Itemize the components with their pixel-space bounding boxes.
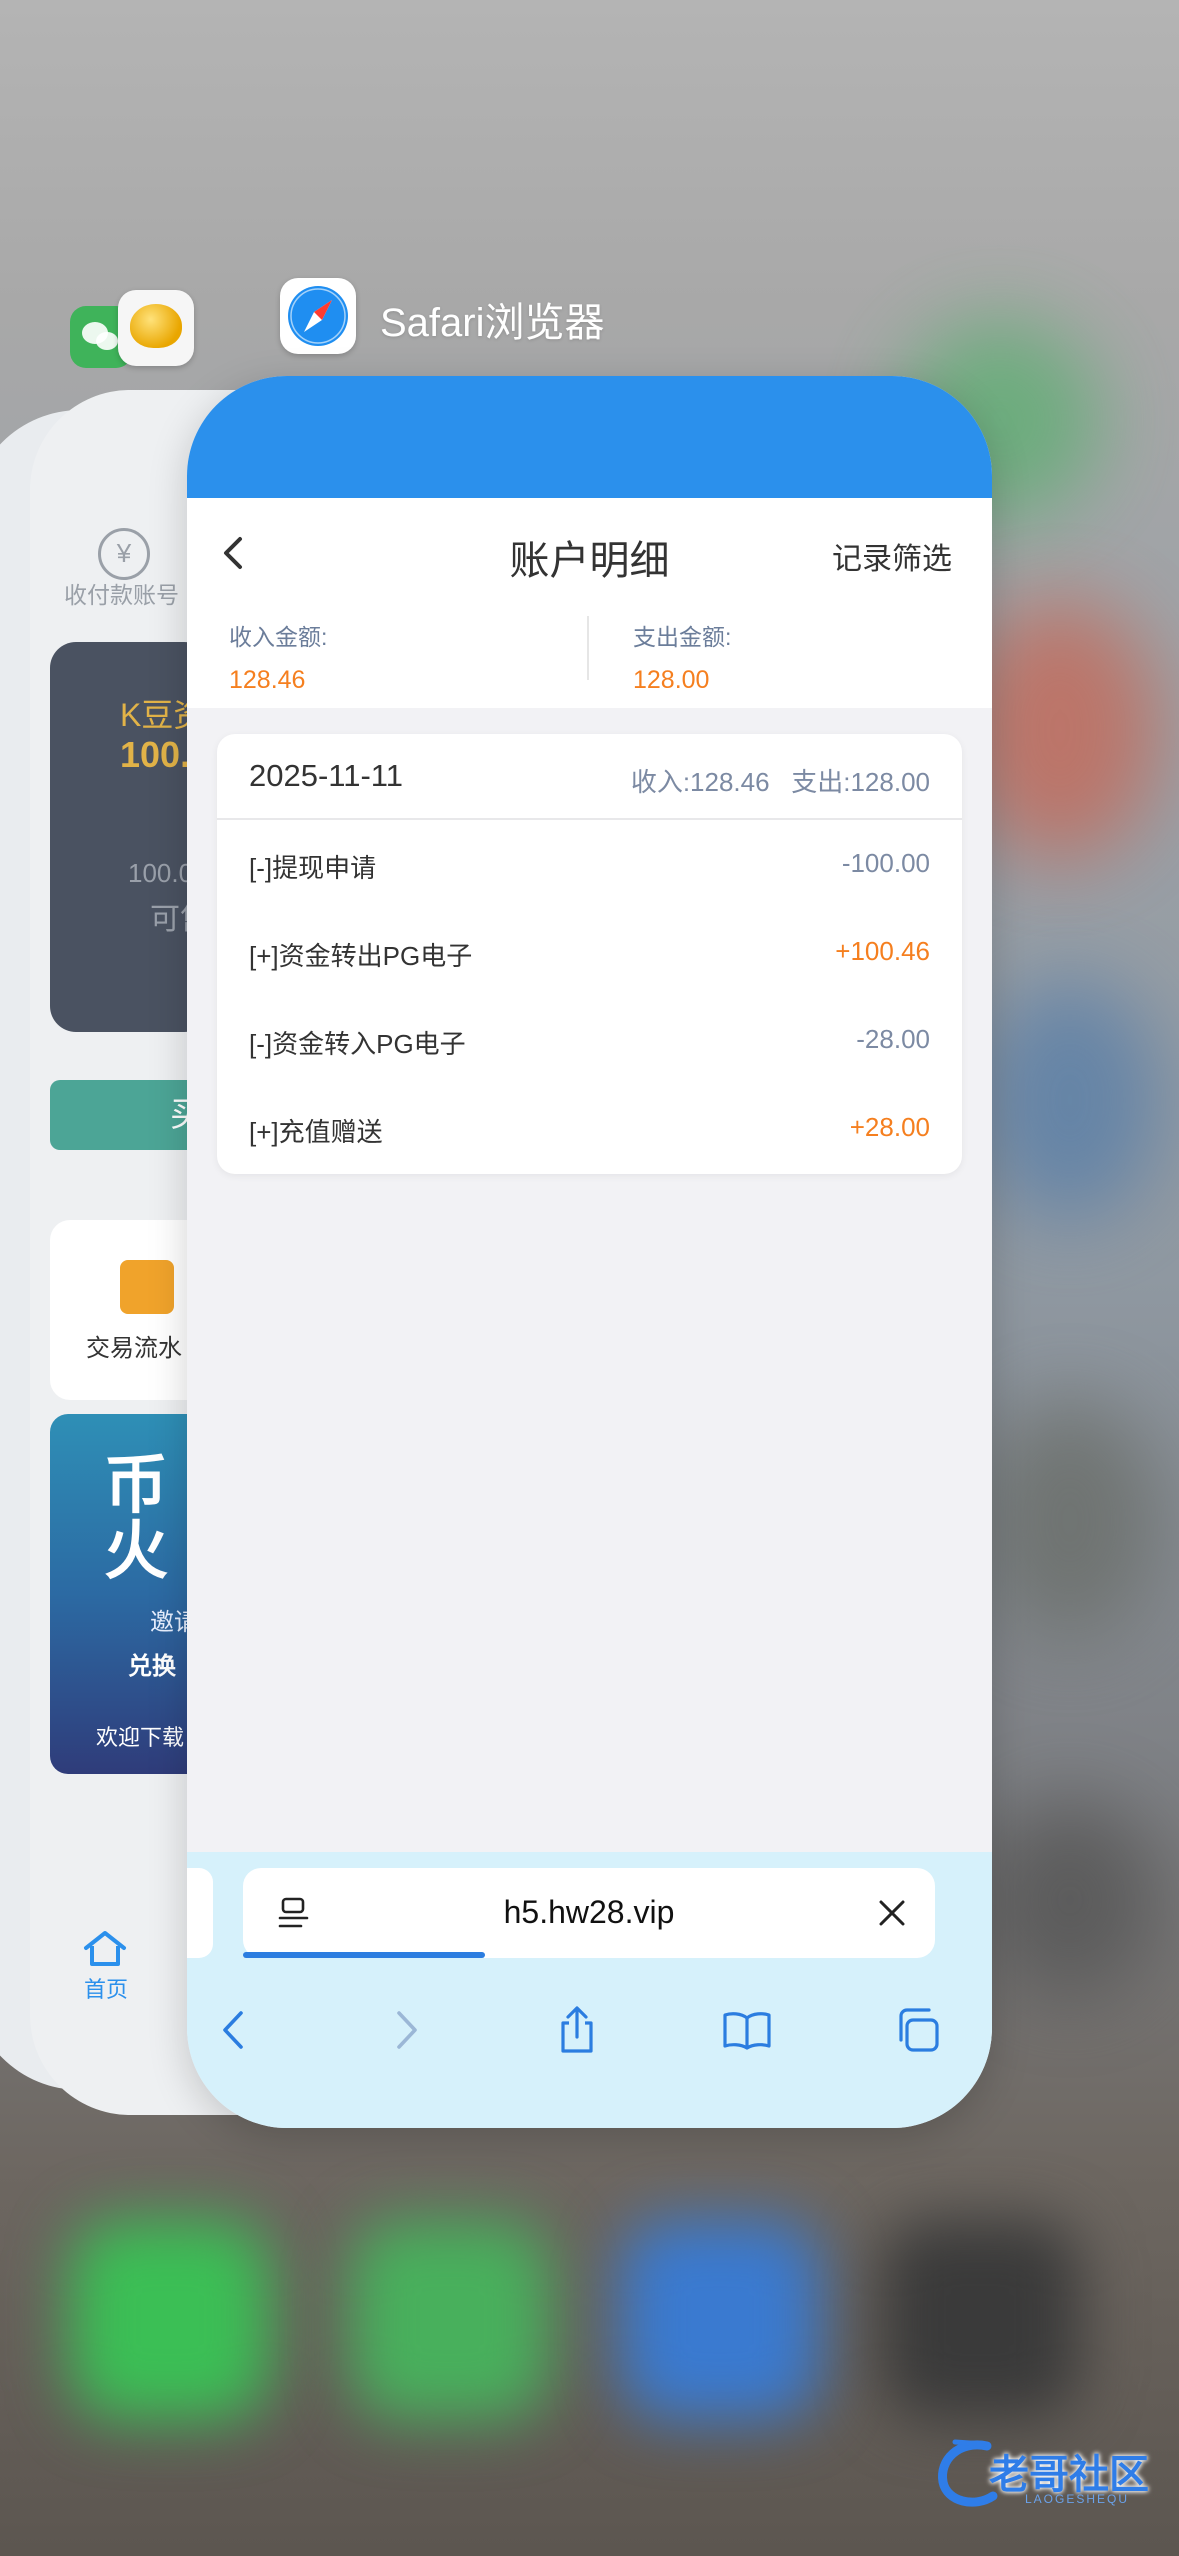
record-name: [-]提现申请 bbox=[249, 853, 377, 883]
bg-blob bbox=[980, 1400, 1160, 1640]
expense-summary: 支出金额: 128.00 bbox=[633, 618, 731, 695]
record-name: [-]资金转入PG电子 bbox=[249, 1029, 466, 1059]
list-item[interactable]: [+]充值赠送 +28.00 bbox=[217, 1086, 962, 1174]
day-header: 2025-11-11 收入:128.46 支出:128.00 bbox=[217, 734, 962, 820]
record-amount: +28.00 bbox=[849, 1112, 930, 1142]
promo-banner[interactable]: 币 火 邀请 兑换 欢迎下载 bbox=[50, 1414, 210, 1774]
bg-blob bbox=[980, 1800, 1160, 2000]
status-bar-area bbox=[187, 376, 992, 498]
income-value: 128.46 bbox=[229, 666, 306, 694]
trade-flow-label: 交易流水 bbox=[86, 1335, 182, 1362]
previous-tab-field[interactable] bbox=[187, 1868, 213, 1958]
amount-summary: 收入金额: 128.46 支出金额: 128.00 bbox=[187, 608, 992, 708]
trade-flow-tile[interactable]: 交易流水 bbox=[50, 1220, 210, 1400]
safari-compass-icon bbox=[280, 278, 356, 354]
url-text: h5.hw28.vip bbox=[503, 1894, 675, 1930]
collect-account-label: 收付款账号 bbox=[64, 582, 179, 608]
collect-account-icon: ¥ bbox=[98, 528, 150, 580]
watermark-subtext: LAOGESHEQU bbox=[1025, 2492, 1130, 2506]
day-date: 2025-11-11 bbox=[249, 758, 403, 793]
safari-app-card[interactable]: 账户明细 记录筛选 收入金额: 128.46 支出金额: 128.00 2025… bbox=[187, 376, 992, 2128]
trade-flow-icon bbox=[120, 1260, 174, 1314]
day-detail-card: 2025-11-11 收入:128.46 支出:128.00 [-]提现申请 -… bbox=[217, 734, 962, 1174]
dock-blur-app4 bbox=[880, 2220, 1080, 2420]
dock-blur-safari bbox=[620, 2220, 820, 2420]
bg-blob bbox=[980, 980, 1160, 1220]
dock-blur-app2 bbox=[350, 2220, 550, 2420]
home-icon[interactable] bbox=[82, 1930, 128, 1968]
income-label: 收入金额: bbox=[229, 624, 328, 650]
banner-tag-exchange: 兑换 bbox=[128, 1653, 176, 1680]
k-balance-card: K豆资 100.00 100.00 可售 bbox=[50, 642, 215, 1032]
load-progress-bar bbox=[243, 1952, 486, 1958]
summary-divider bbox=[587, 616, 589, 680]
chevron-right-icon bbox=[397, 2011, 417, 2049]
expense-value: 128.00 bbox=[633, 666, 710, 694]
banner-footer: 欢迎下载 bbox=[96, 1725, 185, 1750]
address-bar[interactable]: h5.hw28.vip bbox=[243, 1868, 935, 1958]
banner-char-2: 火 bbox=[104, 1515, 168, 1587]
expense-label: 支出金额: bbox=[633, 624, 732, 650]
watermark-logo: 老哥社区 LAOGESHEQU bbox=[935, 2436, 1165, 2516]
safari-toolbar: h5.hw28.vip bbox=[187, 1852, 992, 2128]
record-name: [+]资金转出PG电子 bbox=[249, 941, 473, 971]
share-button[interactable] bbox=[547, 2000, 607, 2060]
tabs-icon bbox=[899, 2008, 939, 2052]
list-item[interactable]: [-]资金转入PG电子 -28.00 bbox=[217, 998, 962, 1086]
list-item[interactable]: [+]资金转出PG电子 +100.46 bbox=[217, 910, 962, 998]
stop-loading-close-icon[interactable] bbox=[875, 1896, 909, 1930]
nav-home-label[interactable]: 首页 bbox=[84, 1972, 128, 2004]
browser-back-button[interactable] bbox=[203, 2000, 263, 2060]
browser-forward-button[interactable] bbox=[377, 2000, 437, 2060]
buy-button[interactable]: 买 bbox=[50, 1080, 210, 1150]
record-amount: -28.00 bbox=[856, 1024, 930, 1054]
income-summary: 收入金额: 128.46 bbox=[229, 618, 327, 695]
app-name: Safari浏览器 bbox=[380, 301, 605, 345]
record-filter-button[interactable]: 记录筛选 bbox=[832, 534, 952, 578]
share-icon bbox=[561, 2006, 593, 2053]
book-icon bbox=[723, 2012, 771, 2050]
record-name: [+]充值赠送 bbox=[249, 1117, 383, 1147]
chevron-left-icon bbox=[223, 2011, 243, 2049]
background-app-icons bbox=[70, 290, 210, 370]
day-totals: 收入:128.46 支出:128.00 bbox=[630, 767, 930, 797]
bookmarks-button[interactable] bbox=[717, 2000, 777, 2060]
list-item[interactable]: [-]提现申请 -100.00 bbox=[217, 822, 962, 910]
page-header: 账户明细 记录筛选 bbox=[187, 498, 992, 608]
gold-ingot-app-icon bbox=[118, 290, 194, 366]
record-amount: +100.46 bbox=[835, 936, 930, 966]
dock-blur-phone bbox=[70, 2220, 270, 2420]
tabs-button[interactable] bbox=[887, 2000, 947, 2060]
record-amount: -100.00 bbox=[841, 848, 930, 878]
